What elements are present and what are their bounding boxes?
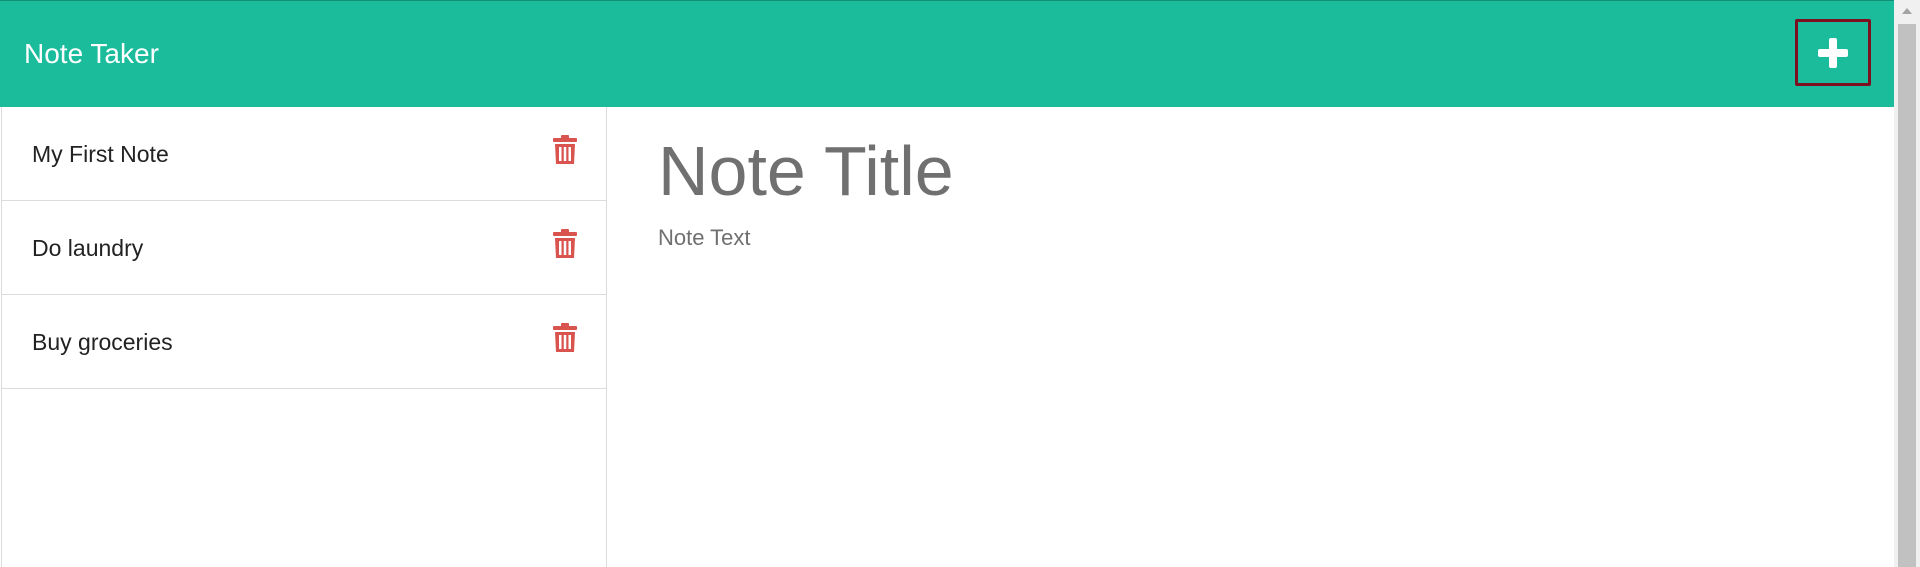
note-list-item[interactable]: Buy groceries [2,295,606,389]
trash-icon [553,135,577,164]
note-text-input[interactable] [658,225,1758,525]
trash-icon [553,323,577,352]
plus-icon [1818,38,1848,68]
scroll-up-arrow-icon[interactable] [1894,0,1920,22]
note-list-item-title[interactable]: Do laundry [32,234,143,262]
vertical-scrollbar[interactable] [1894,0,1920,567]
note-list: My First Note Do laundry Buy groceries [1,107,607,567]
note-list-item[interactable]: My First Note [2,107,606,201]
trash-icon [553,229,577,258]
delete-note-button[interactable] [553,229,577,259]
note-list-item-title[interactable]: My First Note [32,140,169,168]
note-title-input[interactable] [658,125,1758,217]
note-list-item-title[interactable]: Buy groceries [32,328,173,356]
note-editor [608,107,1894,567]
new-note-button[interactable] [1795,19,1871,86]
brand-title[interactable]: Note Taker [24,37,159,71]
app-viewport: Note Taker My First Note Do laundry Buy … [0,0,1920,567]
scrollbar-thumb[interactable] [1898,24,1916,567]
navbar: Note Taker [0,0,1894,107]
delete-note-button[interactable] [553,323,577,353]
note-list-item[interactable]: Do laundry [2,201,606,295]
delete-note-button[interactable] [553,135,577,165]
